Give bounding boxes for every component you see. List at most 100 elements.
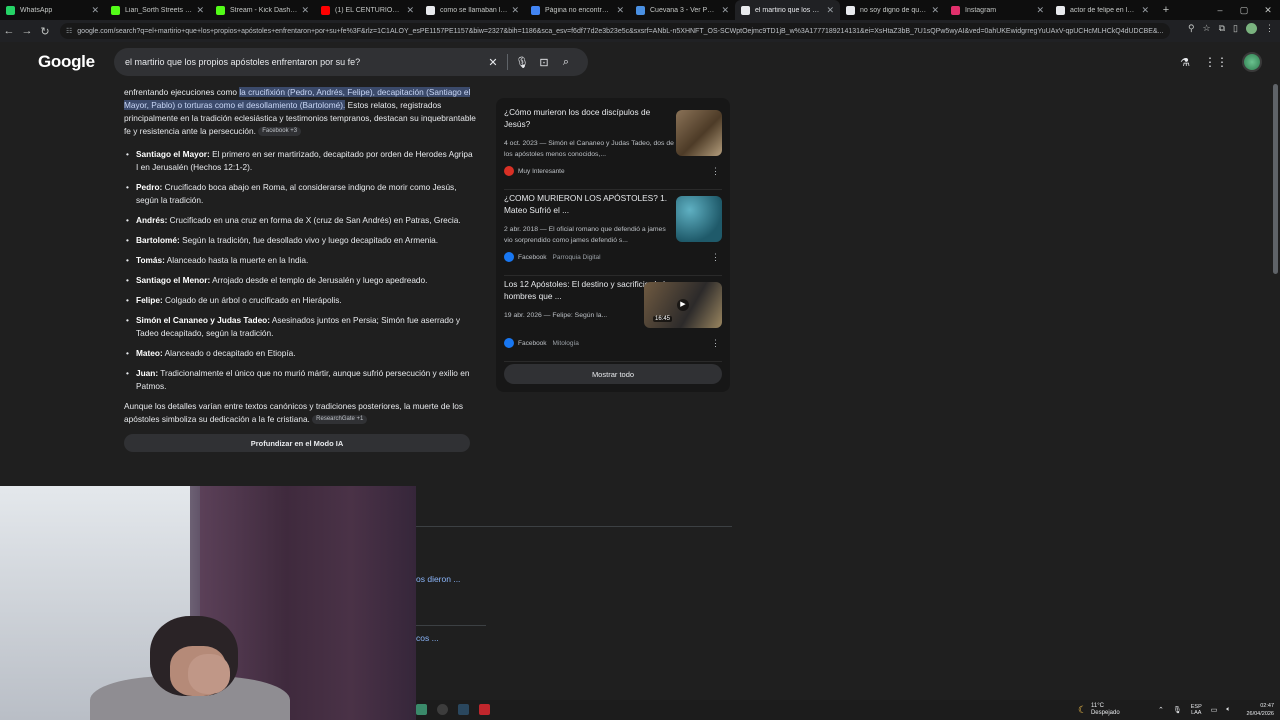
google-logo[interactable]: Google xyxy=(38,52,95,72)
reload-button[interactable]: ↻ xyxy=(36,25,54,38)
apostle-list-item: Mateo: Alanceado o decapitado en Etiopía… xyxy=(124,347,476,360)
labs-flask-icon[interactable]: ⚗ xyxy=(1180,56,1190,69)
search-icon[interactable]: ⌕ xyxy=(555,56,577,69)
taskbar-clock[interactable]: 02:47 26/04/2026 xyxy=(1246,702,1274,718)
bookmark-star-icon[interactable]: ☆ xyxy=(1203,23,1211,34)
google-apps-icon[interactable]: ⋮⋮ xyxy=(1204,55,1228,69)
forward-button[interactable]: → xyxy=(18,25,36,37)
clock-time: 02:47 xyxy=(1260,703,1274,709)
more-options-icon[interactable]: ⋮ xyxy=(711,166,720,177)
address-bar[interactable]: ☷ google.com/search?q=el+martirio+que+lo… xyxy=(60,23,1170,39)
source-site[interactable]: Facebook Mitología xyxy=(504,338,579,348)
close-tab-icon[interactable]: ✕ xyxy=(511,5,519,16)
volume-icon[interactable]: 🔈︎ xyxy=(1226,706,1230,714)
play-icon[interactable]: ▶ xyxy=(677,299,689,311)
browser-tab[interactable]: Página no encontrada ✕ xyxy=(525,0,630,20)
browser-tab[interactable]: Lian_Sorth Streets - Watch ✕ xyxy=(105,0,210,20)
close-tab-icon[interactable]: ✕ xyxy=(196,5,204,16)
apostle-name: Mateo: xyxy=(136,348,163,358)
steam-icon[interactable] xyxy=(458,704,469,715)
browser-tab[interactable]: como se llamaban los ap...✕ xyxy=(420,0,525,20)
close-window-button[interactable]: ✕ xyxy=(1256,5,1280,16)
facebook-source-chip[interactable]: Facebook +3 xyxy=(258,127,302,137)
clear-search-icon[interactable]: ✕ xyxy=(482,56,504,69)
minimize-button[interactable]: – xyxy=(1208,5,1232,15)
close-tab-icon[interactable]: ✕ xyxy=(301,5,309,16)
browser-tab[interactable]: (1) EL CENTURIÓN ROMA... ✕ xyxy=(315,0,420,20)
partial-result-link-2[interactable]: cos ... xyxy=(416,633,439,643)
tab-title: como se llamaban los ap... xyxy=(440,6,508,14)
source-site[interactable]: Facebook Parroquia Digital xyxy=(504,252,601,262)
source-thumbnail[interactable] xyxy=(676,196,722,242)
source-title[interactable]: ¿COMO MURIERON LOS APÓSTOLES? 1. Mateo S… xyxy=(504,192,674,216)
close-tab-icon[interactable]: ✕ xyxy=(406,5,414,16)
extensions-icon[interactable]: ⧉ xyxy=(1219,23,1225,34)
browser-tab[interactable]: actor de felipe en los ele... ✕ xyxy=(1050,0,1155,20)
partial-result-link[interactable]: os dieron ... xyxy=(416,574,460,584)
source-card[interactable]: Los 12 Apóstoles: El destino y sacrifici… xyxy=(504,276,722,362)
profile-avatar-icon[interactable] xyxy=(1246,23,1257,34)
browser-tab[interactable]: no soy digno de que ent... ✕ xyxy=(840,0,945,20)
browser-tab[interactable]: Instagram ✕ xyxy=(945,0,1050,20)
source-thumbnail[interactable] xyxy=(676,110,722,156)
site-info-icon[interactable]: ☷ xyxy=(66,27,72,35)
zoom-icon[interactable]: ⚲ xyxy=(1188,23,1195,34)
source-card[interactable]: ¿Cómo murieron los doce discípulos de Je… xyxy=(504,104,722,190)
close-tab-icon[interactable]: ✕ xyxy=(1036,5,1044,16)
tab-favicon-icon xyxy=(426,5,435,15)
apostle-list-item: Santiago el Menor: Arrojado desde el tem… xyxy=(124,274,476,287)
search-box[interactable]: el martirio que los propios apóstoles en… xyxy=(114,48,588,76)
microphone-icon[interactable]: 🎙︎ xyxy=(511,56,533,69)
browser-toolbar: ← → ↻ ☷ google.com/search?q=el+martirio+… xyxy=(0,20,1280,42)
search-divider xyxy=(507,54,508,70)
sidebar-icon[interactable]: ▯ xyxy=(1233,23,1238,34)
account-avatar[interactable] xyxy=(1242,52,1262,72)
source-site[interactable]: Muy Interesante xyxy=(504,166,571,176)
close-tab-icon[interactable]: ✕ xyxy=(1141,5,1149,16)
close-tab-icon[interactable]: ✕ xyxy=(826,5,834,16)
weather-widget[interactable]: ☾ 11°C Despejado xyxy=(1078,703,1120,717)
tab-list: WhatsApp✕Lian_Sorth Streets - Watch✕Stre… xyxy=(0,0,1155,20)
more-options-icon[interactable]: ⋮ xyxy=(711,338,720,349)
browser-tab[interactable]: Stream - Kick Dashboard✕ xyxy=(210,0,315,20)
close-tab-icon[interactable]: ✕ xyxy=(931,5,939,16)
show-all-button[interactable]: Mostrar todo xyxy=(504,364,722,384)
search-input[interactable]: el martirio que los propios apóstoles en… xyxy=(125,57,482,67)
apostle-list-item: Pedro: Crucificado boca abajo en Roma, a… xyxy=(124,181,476,207)
researchgate-source-chip[interactable]: ResearchGate +1 xyxy=(312,415,368,425)
system-tray: ⌃ 🎙︎ ESP LAA ▭ 🔈︎ xyxy=(1158,704,1231,716)
ai-mode-button[interactable]: Profundizar en el Modo IA xyxy=(124,434,470,452)
network-icon[interactable]: ▭ xyxy=(1211,706,1218,714)
back-button[interactable]: ← xyxy=(0,25,18,37)
apostle-fate: Alanceado hasta la muerte en la India. xyxy=(164,255,309,265)
maximize-button[interactable]: ▢ xyxy=(1232,5,1256,16)
weather-condition: Despejado xyxy=(1090,710,1120,716)
microphone-tray-icon[interactable]: 🎙︎ xyxy=(1173,706,1182,714)
apostle-fate: Según la tradición, fue desollado vivo y… xyxy=(179,235,439,245)
more-options-icon[interactable]: ⋮ xyxy=(711,252,720,263)
obs-icon[interactable] xyxy=(437,704,448,715)
new-tab-button[interactable]: + xyxy=(1159,4,1173,16)
apostle-fate: Colgado de un árbol o crucificado en Hie… xyxy=(162,295,342,305)
apostle-name: Pedro: xyxy=(136,182,163,192)
intro-pre-text: enfrentando ejecuciones como xyxy=(124,87,240,97)
close-tab-icon[interactable]: ✕ xyxy=(91,5,99,16)
browser-tab[interactable]: WhatsApp ✕ xyxy=(0,0,105,20)
apostle-name: Santiago el Mayor: xyxy=(136,149,210,159)
app-icon-red[interactable] xyxy=(479,704,490,715)
browser-tab[interactable]: el martirio que los propio...✕ xyxy=(735,0,840,20)
close-tab-icon[interactable]: ✕ xyxy=(721,5,729,16)
page-scrollbar[interactable] xyxy=(1273,84,1278,274)
app-icon[interactable] xyxy=(416,704,427,715)
apostle-fate: Alanceado o decapitado en Etiopía. xyxy=(162,348,296,358)
source-title[interactable]: ¿Cómo murieron los doce discípulos de Je… xyxy=(504,106,674,130)
language-indicator[interactable]: ESP LAA xyxy=(1191,704,1202,716)
source-card[interactable]: ¿COMO MURIERON LOS APÓSTOLES? 1. Mateo S… xyxy=(504,190,722,276)
browser-menu-icon[interactable]: ⋮ xyxy=(1265,23,1274,34)
close-tab-icon[interactable]: ✕ xyxy=(616,5,624,16)
tray-chevron-icon[interactable]: ⌃ xyxy=(1158,706,1164,714)
browser-tab[interactable]: Cuevana 3 - Ver Películas ✕ xyxy=(630,0,735,20)
lens-camera-icon[interactable]: ⊡ xyxy=(533,56,555,69)
apostle-name: Tomás: xyxy=(136,255,165,265)
ai-overview: enfrentando ejecuciones como la crucifix… xyxy=(124,74,476,452)
